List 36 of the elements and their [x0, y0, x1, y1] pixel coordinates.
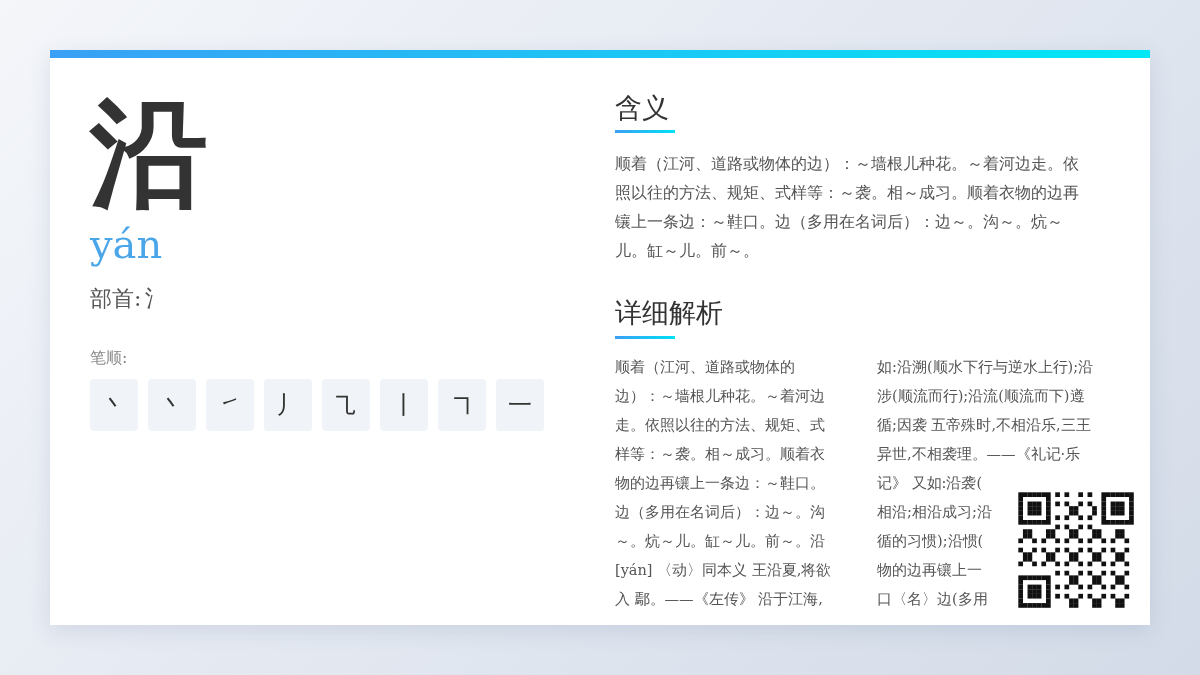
title-underline — [615, 335, 675, 339]
stroke-tile: 丶 — [90, 379, 138, 431]
detail-text-line: 物的边再镶上一条边：～鞋口。 — [615, 473, 826, 493]
radical-value: 氵 — [145, 285, 168, 313]
detail-text-line: 循的习惯);沿惯( — [877, 531, 985, 551]
stroke-order-label: 笔顺: — [90, 348, 128, 369]
detail-title: 详细解析 — [615, 297, 723, 330]
stroke-tile: 丶 — [148, 379, 196, 431]
detail-text-line: 物的边再镶上一 — [877, 560, 983, 580]
stroke-tile: 丿 — [264, 379, 312, 431]
stroke-tile: 丨 — [380, 379, 428, 431]
detail-text-line: 记》 又如:沿袭( — [877, 473, 984, 493]
detail-text-line: 循;因袭 五帝殊时,不相沿乐,三王 — [877, 415, 1092, 435]
stroke-tile: ㇀ — [206, 379, 254, 431]
title-underline — [615, 130, 675, 134]
detail-text-line: 样等：～袭。相～成习。顺着衣 — [615, 444, 826, 464]
detail-text-line: 异世,不相袭理。——《礼记·乐 — [877, 444, 1082, 464]
detail-text-line: 边）：～墙根儿种花。～着河边 — [615, 386, 826, 406]
detail-text-line: [yán] 〈动〉同本义 王沿夏,将欲 — [615, 560, 833, 580]
detail-text-line: 涉(顺流而行);沿流(顺流而下)遵 — [877, 386, 1086, 406]
detail-text-line: 入 鄢。——《左传》 沿于江海, — [615, 589, 824, 609]
detail-text-line: 相沿;相沿成习;沿 — [877, 502, 993, 522]
character: 沿 — [90, 94, 208, 212]
meaning-text: 顺着（江河、道路或物体的边）：～墙根儿种花。～着河边走。依照以往的方法、规矩、式样等：～袭。相～成习。顺着衣物的边再镶上一条边：～鞋口。边（多用在名词后）：边～。沟～。炕～儿。缸～儿。前～。 — [615, 153, 1080, 263]
detail-text-line: ～。炕～儿。缸～儿。前～。沿 — [615, 531, 826, 551]
detail-text-line: 如:沿溯(顺水下行与逆水上行);沿 — [877, 357, 1094, 377]
detail-text-line: 口〈名〉边(多用 — [877, 589, 989, 609]
radical-label: 部首: — [90, 285, 142, 313]
detail-text-line: 边（多用在名词后）：边～。沟 — [615, 502, 826, 522]
detail-text-line: 走。依照以往的方法、规矩、式 — [615, 415, 826, 435]
stroke-tile: 一 — [496, 379, 544, 431]
pinyin: yán — [90, 222, 163, 266]
meaning-title: 含义 — [615, 92, 669, 125]
stroke-tile: ㇕ — [438, 379, 486, 431]
detail-text-line: 顺着（江河、道路或物体的 — [615, 357, 796, 377]
stroke-tile: ㇈ — [322, 379, 370, 431]
